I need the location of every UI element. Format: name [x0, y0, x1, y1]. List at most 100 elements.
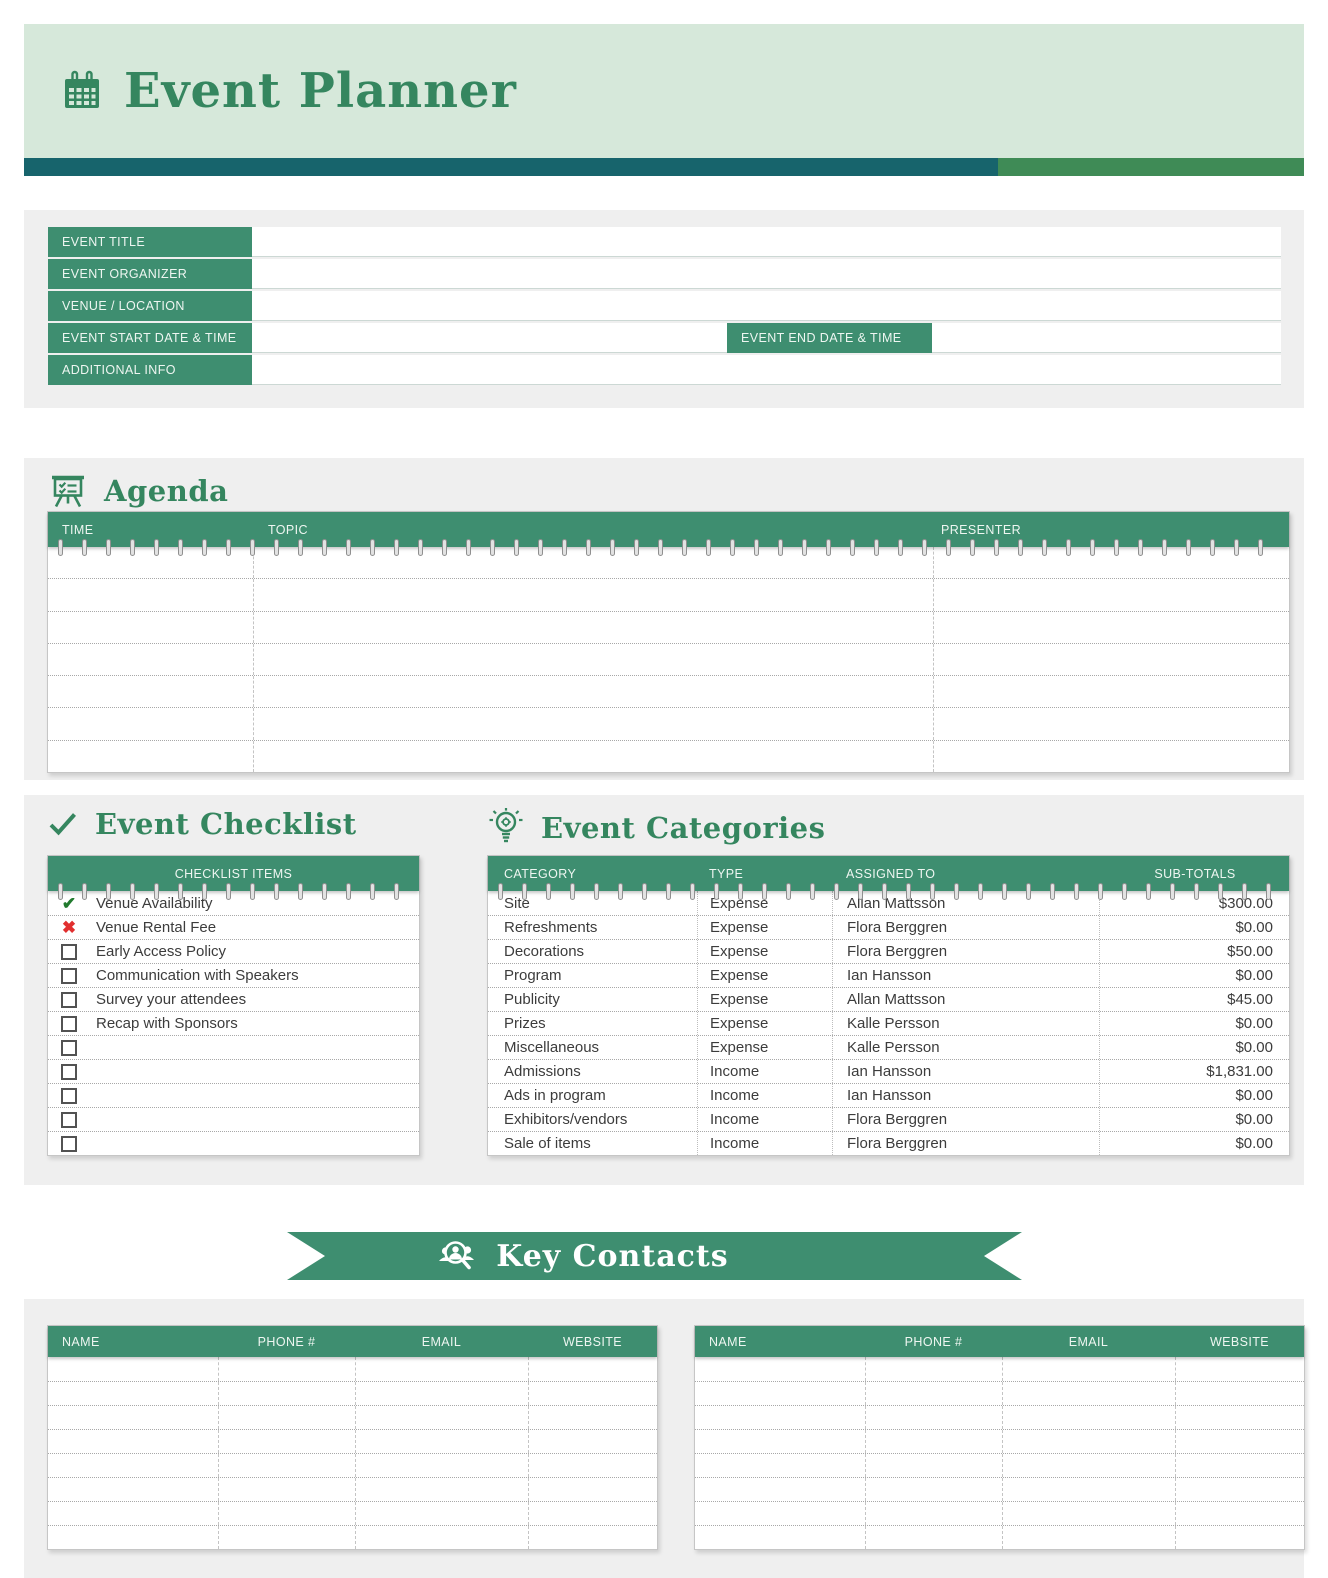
subtotal-cell[interactable]: $0.00 [1099, 1108, 1289, 1131]
start-date-field[interactable] [252, 323, 727, 353]
subtotal-cell[interactable]: $0.00 [1099, 1132, 1289, 1155]
email-cell[interactable] [355, 1430, 528, 1453]
website-cell[interactable] [1175, 1406, 1304, 1429]
category-cell[interactable]: Ads in program [488, 1084, 697, 1107]
type-cell[interactable]: Expense [697, 916, 832, 939]
category-cell[interactable]: Prizes [488, 1012, 697, 1035]
phone-cell[interactable] [865, 1454, 1002, 1477]
topic-cell[interactable] [253, 740, 933, 772]
category-cell[interactable]: Publicity [488, 988, 697, 1011]
topic-cell[interactable] [253, 547, 933, 579]
assigned-cell[interactable]: Flora Berggren [832, 1132, 1099, 1155]
name-cell[interactable] [48, 1406, 218, 1429]
email-cell[interactable] [355, 1382, 528, 1405]
assigned-cell[interactable]: Ian Hansson [832, 1060, 1099, 1083]
website-cell[interactable] [528, 1502, 657, 1525]
category-cell[interactable]: Sale of items [488, 1132, 697, 1155]
type-cell[interactable]: Expense [697, 891, 832, 915]
checklist-item-label[interactable]: Survey your attendees [90, 988, 419, 1011]
subtotal-cell[interactable]: $0.00 [1099, 1036, 1289, 1059]
checklist-item-label[interactable] [90, 1036, 419, 1059]
email-cell[interactable] [355, 1406, 528, 1429]
checklist-item-label[interactable]: Early Access Policy [90, 940, 419, 963]
unchecked-checkbox-icon[interactable] [48, 944, 90, 960]
category-cell[interactable]: Site [488, 891, 697, 915]
name-cell[interactable] [695, 1502, 865, 1525]
additional-info-field[interactable] [252, 355, 1281, 385]
checklist-item-label[interactable]: Venue Rental Fee [90, 916, 419, 939]
website-cell[interactable] [528, 1382, 657, 1405]
time-cell[interactable] [48, 644, 253, 675]
website-cell[interactable] [528, 1454, 657, 1477]
assigned-cell[interactable]: Flora Berggren [832, 940, 1099, 963]
category-cell[interactable]: Admissions [488, 1060, 697, 1083]
website-cell[interactable] [528, 1406, 657, 1429]
category-cell[interactable]: Program [488, 964, 697, 987]
unchecked-checkbox-icon[interactable] [48, 1136, 90, 1152]
assigned-cell[interactable]: Allan Mattsson [832, 988, 1099, 1011]
phone-cell[interactable] [865, 1502, 1002, 1525]
email-cell[interactable] [355, 1478, 528, 1501]
phone-cell[interactable] [218, 1430, 355, 1453]
phone-cell[interactable] [218, 1454, 355, 1477]
website-cell[interactable] [1175, 1430, 1304, 1453]
subtotal-cell[interactable]: $0.00 [1099, 916, 1289, 939]
checklist-item-label[interactable] [90, 1084, 419, 1107]
phone-cell[interactable] [865, 1357, 1002, 1381]
subtotal-cell[interactable]: $45.00 [1099, 988, 1289, 1011]
time-cell[interactable] [48, 741, 253, 772]
name-cell[interactable] [695, 1454, 865, 1477]
name-cell[interactable] [695, 1357, 865, 1381]
website-cell[interactable] [528, 1357, 657, 1381]
unchecked-checkbox-icon[interactable] [48, 992, 90, 1008]
unchecked-checkbox-icon[interactable] [48, 1112, 90, 1128]
unchecked-checkbox-icon[interactable] [48, 1088, 90, 1104]
topic-cell[interactable] [253, 676, 933, 708]
name-cell[interactable] [48, 1357, 218, 1381]
unchecked-checkbox-icon[interactable] [48, 1064, 90, 1080]
subtotal-cell[interactable]: $0.00 [1099, 1084, 1289, 1107]
subtotal-cell[interactable]: $0.00 [1099, 1012, 1289, 1035]
checked-checkbox-icon[interactable]: ✔ [48, 895, 90, 912]
subtotal-cell[interactable]: $50.00 [1099, 940, 1289, 963]
email-cell[interactable] [355, 1454, 528, 1477]
type-cell[interactable]: Expense [697, 1012, 832, 1035]
topic-cell[interactable] [253, 611, 933, 643]
checklist-item-label[interactable]: Recap with Sponsors [90, 1012, 419, 1035]
assigned-cell[interactable]: Flora Berggren [832, 1108, 1099, 1131]
subtotal-cell[interactable]: $1,831.00 [1099, 1060, 1289, 1083]
type-cell[interactable]: Expense [697, 1036, 832, 1059]
email-cell[interactable] [1002, 1430, 1175, 1453]
event-organizer-field[interactable] [252, 259, 1281, 289]
website-cell[interactable] [528, 1430, 657, 1453]
website-cell[interactable] [1175, 1357, 1304, 1381]
time-cell[interactable] [48, 612, 253, 643]
phone-cell[interactable] [218, 1357, 355, 1381]
checklist-item-label[interactable] [90, 1060, 419, 1083]
phone-cell[interactable] [218, 1502, 355, 1525]
time-cell[interactable] [48, 579, 253, 610]
email-cell[interactable] [355, 1526, 528, 1549]
time-cell[interactable] [48, 676, 253, 707]
presenter-cell[interactable] [933, 547, 1289, 579]
name-cell[interactable] [48, 1382, 218, 1405]
unchecked-checkbox-icon[interactable] [48, 1016, 90, 1032]
website-cell[interactable] [1175, 1454, 1304, 1477]
website-cell[interactable] [1175, 1478, 1304, 1501]
end-date-field[interactable] [932, 323, 1281, 353]
name-cell[interactable] [48, 1454, 218, 1477]
type-cell[interactable]: Expense [697, 940, 832, 963]
type-cell[interactable]: Expense [697, 964, 832, 987]
email-cell[interactable] [1002, 1357, 1175, 1381]
email-cell[interactable] [1002, 1406, 1175, 1429]
checklist-item-label[interactable] [90, 1108, 419, 1131]
email-cell[interactable] [1002, 1478, 1175, 1501]
email-cell[interactable] [355, 1502, 528, 1525]
type-cell[interactable]: Income [697, 1132, 832, 1155]
topic-cell[interactable] [253, 579, 933, 611]
event-title-field[interactable] [252, 227, 1281, 257]
unchecked-checkbox-icon[interactable] [48, 1040, 90, 1056]
category-cell[interactable]: Decorations [488, 940, 697, 963]
phone-cell[interactable] [218, 1382, 355, 1405]
checklist-item-label[interactable]: Venue Availability [90, 891, 419, 915]
